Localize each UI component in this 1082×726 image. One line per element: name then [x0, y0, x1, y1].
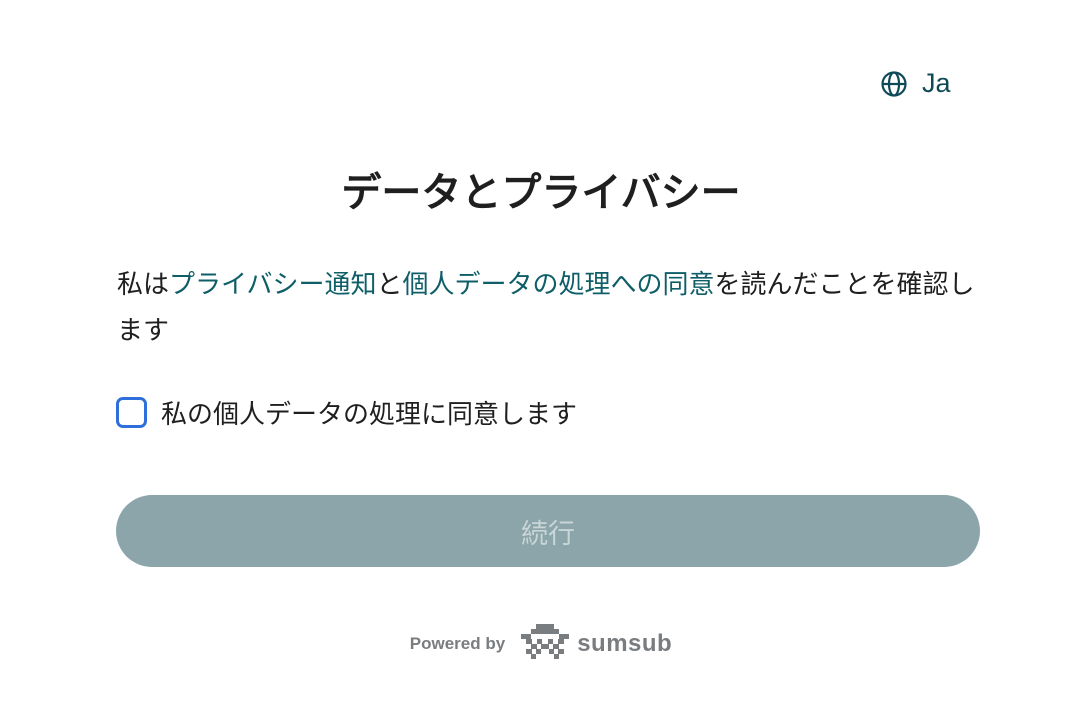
- consent-checkbox-label: 私の個人データの処理に同意します: [161, 400, 578, 430]
- sumsub-brand: sumsub: [521, 624, 672, 664]
- sumsub-logo-icon: [521, 624, 570, 664]
- powered-by-footer: Powered by sumsub: [0, 624, 1082, 664]
- powered-by-text: Powered by: [409, 634, 506, 653]
- continue-button[interactable]: 続行: [116, 495, 980, 567]
- privacy-notice-link[interactable]: プライバシー通知: [169, 270, 376, 300]
- data-processing-consent-link[interactable]: 個人データの処理への同意: [403, 270, 715, 300]
- consent-checkbox[interactable]: [116, 397, 147, 428]
- consent-checkbox-row[interactable]: 私の個人データの処理に同意します: [116, 394, 577, 431]
- globe-icon: [880, 70, 908, 98]
- page-title: データとプライバシー: [341, 170, 741, 216]
- consent-connector: と: [376, 270, 403, 300]
- language-switcher[interactable]: Ja: [880, 68, 951, 99]
- language-label: Ja: [922, 68, 951, 98]
- consent-statement: 私はプライバシー通知と個人データの処理への同意を読んだことを確認します: [117, 262, 997, 354]
- privacy-consent-page: Ja データとプライバシー 私はプライバシー通知と個人データの処理への同意を読ん…: [0, 0, 1082, 726]
- sumsub-wordmark: sumsub: [577, 630, 673, 657]
- consent-prefix: 私は: [117, 270, 170, 300]
